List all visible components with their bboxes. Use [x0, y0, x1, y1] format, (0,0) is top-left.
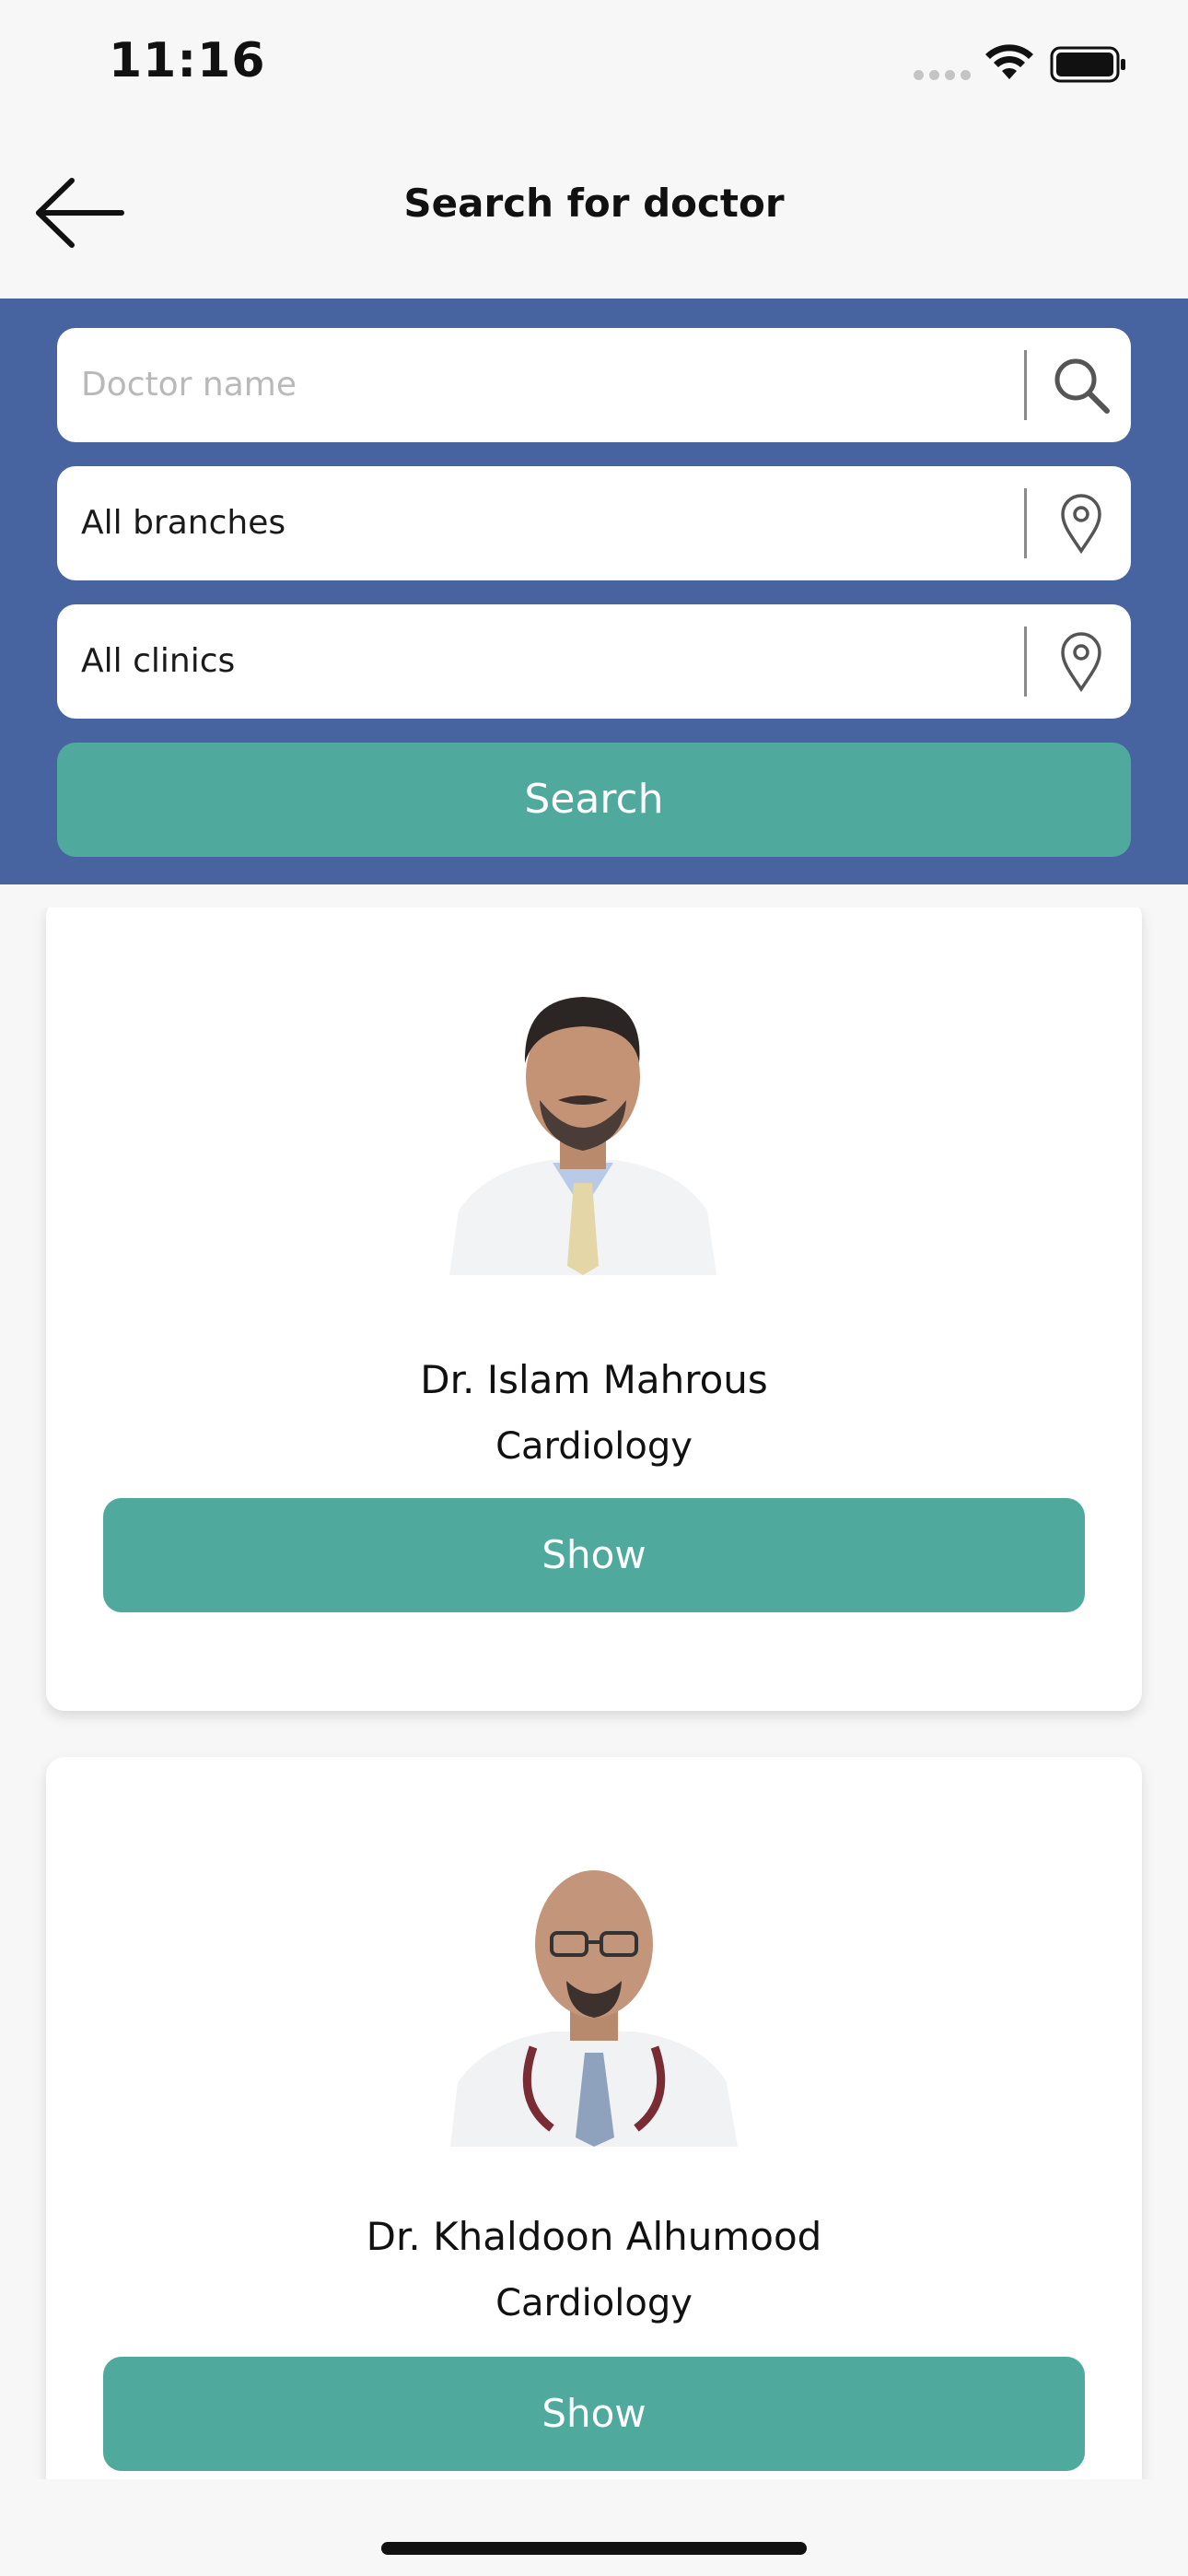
field-divider	[1024, 350, 1027, 420]
doctor-specialty: Cardiology	[495, 2282, 693, 2324]
show-doctor-button[interactable]: Show	[103, 2357, 1085, 2471]
clinic-value: All clinics	[81, 642, 236, 680]
status-bar: 11:16	[0, 0, 1188, 129]
cellular-signal-icon	[914, 70, 971, 80]
doctor-name-field[interactable]	[57, 328, 1131, 442]
field-divider	[1024, 626, 1027, 697]
battery-icon	[1050, 46, 1125, 83]
clinic-select[interactable]: All clinics	[57, 604, 1131, 719]
doctor-specialty: Cardiology	[495, 1425, 693, 1468]
nav-bar: Search for doctor	[0, 129, 1188, 299]
show-doctor-button[interactable]: Show	[103, 1498, 1085, 1612]
doctor-results-list[interactable]: Dr. Islam Mahrous Cardiology Show Dr. Kh…	[0, 907, 1188, 2479]
doctor-card: Dr. Khaldoon Alhumood Cardiology Show	[46, 1757, 1142, 2479]
branch-value: All branches	[81, 504, 286, 542]
search-button[interactable]: Search	[57, 743, 1131, 857]
search-icon[interactable]	[1050, 354, 1112, 416]
doctor-card: Dr. Islam Mahrous Cardiology Show	[46, 907, 1142, 1711]
doctor-photo	[449, 962, 716, 1275]
bottom-safe-area	[0, 2479, 1188, 2576]
home-indicator[interactable]	[381, 2542, 807, 2555]
page-title: Search for doctor	[403, 181, 785, 226]
wifi-icon	[985, 44, 1033, 79]
search-panel: All branches All clinics Search	[0, 299, 1188, 884]
doctor-name: Dr. Khaldoon Alhumood	[366, 2214, 822, 2259]
branch-select[interactable]: All branches	[57, 466, 1131, 580]
location-pin-icon[interactable]	[1050, 630, 1112, 693]
status-time: 11:16	[109, 33, 266, 88]
field-divider	[1024, 488, 1027, 558]
doctor-photo	[450, 1843, 738, 2147]
doctor-name: Dr. Islam Mahrous	[420, 1357, 768, 1402]
location-pin-icon[interactable]	[1050, 492, 1112, 555]
doctor-name-input[interactable]	[81, 328, 1002, 442]
